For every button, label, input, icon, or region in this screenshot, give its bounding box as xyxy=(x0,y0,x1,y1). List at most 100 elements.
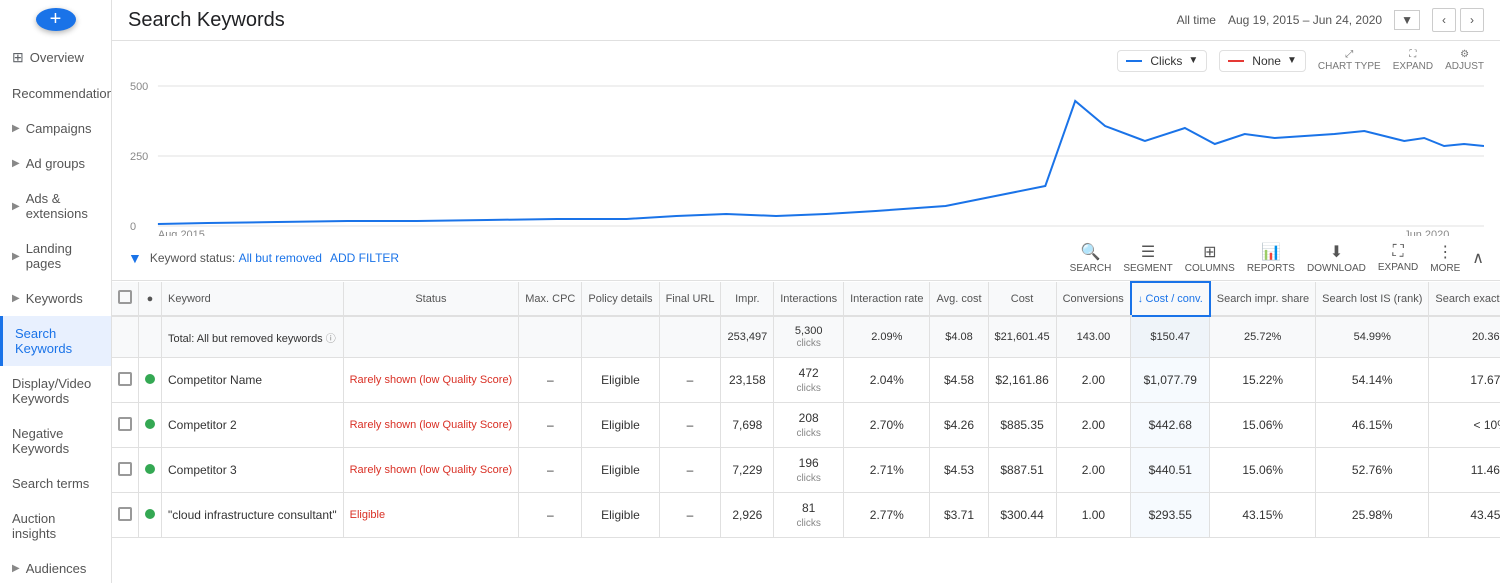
search-lost-is-rank-col-header[interactable]: Search lost IS (rank) xyxy=(1316,282,1429,316)
row-status-dot-cell xyxy=(139,358,162,403)
page-header: Search Keywords All time Aug 19, 2015 – … xyxy=(112,0,1500,41)
keyword-col-header[interactable]: Keyword xyxy=(162,282,344,316)
max-cpc-col-header[interactable]: Max. CPC xyxy=(519,282,582,316)
adjust-icon: ⚙ xyxy=(1460,49,1469,60)
chart-type-label: CHART TYPE xyxy=(1318,61,1381,72)
row-status-dot-cell xyxy=(139,403,162,448)
row-conversions-cell: 1.00 xyxy=(1056,493,1131,538)
expand-chart-button[interactable]: ⛶ EXPAND xyxy=(1393,49,1433,72)
row-keyword-cell[interactable]: Competitor 3 xyxy=(162,448,344,493)
header-right: All time Aug 19, 2015 – Jun 24, 2020 ▼ ‹… xyxy=(1177,8,1484,32)
expand-toolbar-button[interactable]: ⛶ EXPAND xyxy=(1378,243,1418,273)
clicks-pill[interactable]: Clicks ▼ xyxy=(1117,50,1207,72)
row-checkbox-cell[interactable] xyxy=(112,403,139,448)
row-status-cell: Rarely shown (low Quality Score) xyxy=(343,358,519,403)
reports-toolbar-button[interactable]: 📊 REPORTS xyxy=(1247,242,1295,274)
date-dropdown-button[interactable]: ▼ xyxy=(1394,10,1420,30)
row-cost-conv-cell: $442.68 xyxy=(1131,403,1210,448)
segment-toolbar-button[interactable]: ☰ SEGMENT xyxy=(1123,242,1172,274)
table-row: "cloud infrastructure consultant" Eligib… xyxy=(112,493,1500,538)
prev-arrow-button[interactable]: ‹ xyxy=(1432,8,1456,32)
final-url-col-header[interactable]: Final URL xyxy=(659,282,721,316)
main-content: Search Keywords All time Aug 19, 2015 – … xyxy=(112,0,1500,583)
interaction-rate-col-header[interactable]: Interaction rate xyxy=(844,282,930,316)
sidebar-item-overview[interactable]: ⊞ Overview xyxy=(0,39,111,76)
row-keyword-cell[interactable]: Competitor Name xyxy=(162,358,344,403)
sidebar-item-auction-insights[interactable]: Auction insights xyxy=(0,501,111,551)
table-row: Competitor 2 Rarely shown (low Quality S… xyxy=(112,403,1500,448)
info-icon[interactable]: ⓘ xyxy=(326,334,336,345)
row-cost-conv-cell: $293.55 xyxy=(1131,493,1210,538)
adjust-chart-button[interactable]: ⚙ ADJUST xyxy=(1445,49,1484,72)
line-chart: 500 250 0 Aug 2015 Jun 2020 xyxy=(128,76,1484,236)
columns-icon: ⊞ xyxy=(1203,242,1216,262)
select-all-checkbox[interactable] xyxy=(118,290,132,304)
sidebar-item-recommendations[interactable]: Recommendations xyxy=(0,76,111,111)
total-checkbox-cell xyxy=(112,316,139,358)
row-search-impr-share-cell: 15.06% xyxy=(1210,448,1316,493)
sidebar-item-ad-groups[interactable]: ▶ Ad groups xyxy=(0,146,111,181)
keyword-status-label: Keyword status: All but removed xyxy=(150,251,322,265)
conversions-col-header[interactable]: Conversions xyxy=(1056,282,1131,316)
row-checkbox[interactable] xyxy=(118,507,132,521)
svg-text:250: 250 xyxy=(130,151,148,163)
sidebar-item-landing-pages[interactable]: ▶ Landing pages xyxy=(0,231,111,281)
row-search-lost-is-rank-cell: 25.98% xyxy=(1316,493,1429,538)
chevron-right-icon: ▶ xyxy=(12,563,20,574)
sidebar-item-search-keywords[interactable]: Search Keywords xyxy=(0,316,111,366)
next-arrow-button[interactable]: › xyxy=(1460,8,1484,32)
none-pill[interactable]: None ▼ xyxy=(1219,50,1306,72)
row-conversions-cell: 2.00 xyxy=(1056,448,1131,493)
row-checkbox[interactable] xyxy=(118,372,132,386)
row-checkbox-cell[interactable] xyxy=(112,448,139,493)
sidebar-item-audiences[interactable]: ▶ Audiences xyxy=(0,551,111,583)
table-row: Competitor Name Rarely shown (low Qualit… xyxy=(112,358,1500,403)
columns-toolbar-button[interactable]: ⊞ COLUMNS xyxy=(1185,242,1235,274)
add-filter-button[interactable]: ADD FILTER xyxy=(330,251,399,265)
status-dot-header-cell: ● xyxy=(139,282,162,316)
status-col-header[interactable]: Status xyxy=(343,282,519,316)
download-icon: ⬇ xyxy=(1330,242,1343,262)
policy-details-col-header[interactable]: Policy details xyxy=(582,282,659,316)
collapse-button[interactable]: ∧ xyxy=(1472,248,1484,268)
status-active-dot xyxy=(145,419,155,429)
row-keyword-cell[interactable]: Competitor 2 xyxy=(162,403,344,448)
sidebar-item-campaigns[interactable]: ▶ Campaigns xyxy=(0,111,111,146)
row-conversions-cell: 2.00 xyxy=(1056,358,1131,403)
sidebar-item-ads-extensions[interactable]: ▶ Ads & extensions xyxy=(0,181,111,231)
sidebar-item-label: Search Keywords xyxy=(15,326,99,356)
search-exact-match-is-col-header[interactable]: Search exact match IS xyxy=(1429,282,1500,316)
status-active-dot xyxy=(145,509,155,519)
svg-text:500: 500 xyxy=(130,81,148,93)
cost-conv-col-header[interactable]: ↓ Cost / conv. xyxy=(1131,282,1210,316)
sidebar-item-label: Search terms xyxy=(12,476,89,491)
row-checkbox[interactable] xyxy=(118,462,132,476)
expand-icon: ⛶ xyxy=(1409,49,1416,60)
chevron-right-icon: ▶ xyxy=(12,201,20,212)
keywords-table: ● Keyword Status Max. CPC Policy details xyxy=(112,281,1500,538)
row-keyword-cell[interactable]: "cloud infrastructure consultant" xyxy=(162,493,344,538)
row-final-url-cell: – xyxy=(659,448,721,493)
avg-cost-col-header[interactable]: Avg. cost xyxy=(930,282,988,316)
sort-arrow-icon: ↓ xyxy=(1138,294,1146,305)
sidebar-item-negative-keywords[interactable]: Negative Keywords xyxy=(0,416,111,466)
row-cost-conv-cell: $1,077.79 xyxy=(1131,358,1210,403)
more-toolbar-button[interactable]: ⋮ MORE xyxy=(1430,242,1460,274)
sidebar-item-keywords[interactable]: ▶ Keywords xyxy=(0,281,111,316)
cost-col-header[interactable]: Cost xyxy=(988,282,1056,316)
sidebar-item-display-video[interactable]: Display/Video Keywords xyxy=(0,366,111,416)
row-policy-cell: Eligible xyxy=(582,358,659,403)
search-toolbar-button[interactable]: 🔍 SEARCH xyxy=(1070,242,1112,274)
row-status-dot-cell xyxy=(139,493,162,538)
search-impr-share-col-header[interactable]: Search impr. share xyxy=(1210,282,1316,316)
interactions-col-header[interactable]: Interactions xyxy=(774,282,844,316)
download-toolbar-button[interactable]: ⬇ DOWNLOAD xyxy=(1307,242,1366,274)
row-checkbox-cell[interactable] xyxy=(112,358,139,403)
row-checkbox[interactable] xyxy=(118,417,132,431)
impr-col-header[interactable]: Impr. xyxy=(721,282,774,316)
fab-add-button[interactable]: + xyxy=(36,8,76,31)
row-checkbox-cell[interactable] xyxy=(112,493,139,538)
none-label: None xyxy=(1252,54,1281,68)
sidebar-item-search-terms[interactable]: Search terms xyxy=(0,466,111,501)
chart-type-button[interactable]: ⤢ CHART TYPE xyxy=(1318,49,1381,72)
